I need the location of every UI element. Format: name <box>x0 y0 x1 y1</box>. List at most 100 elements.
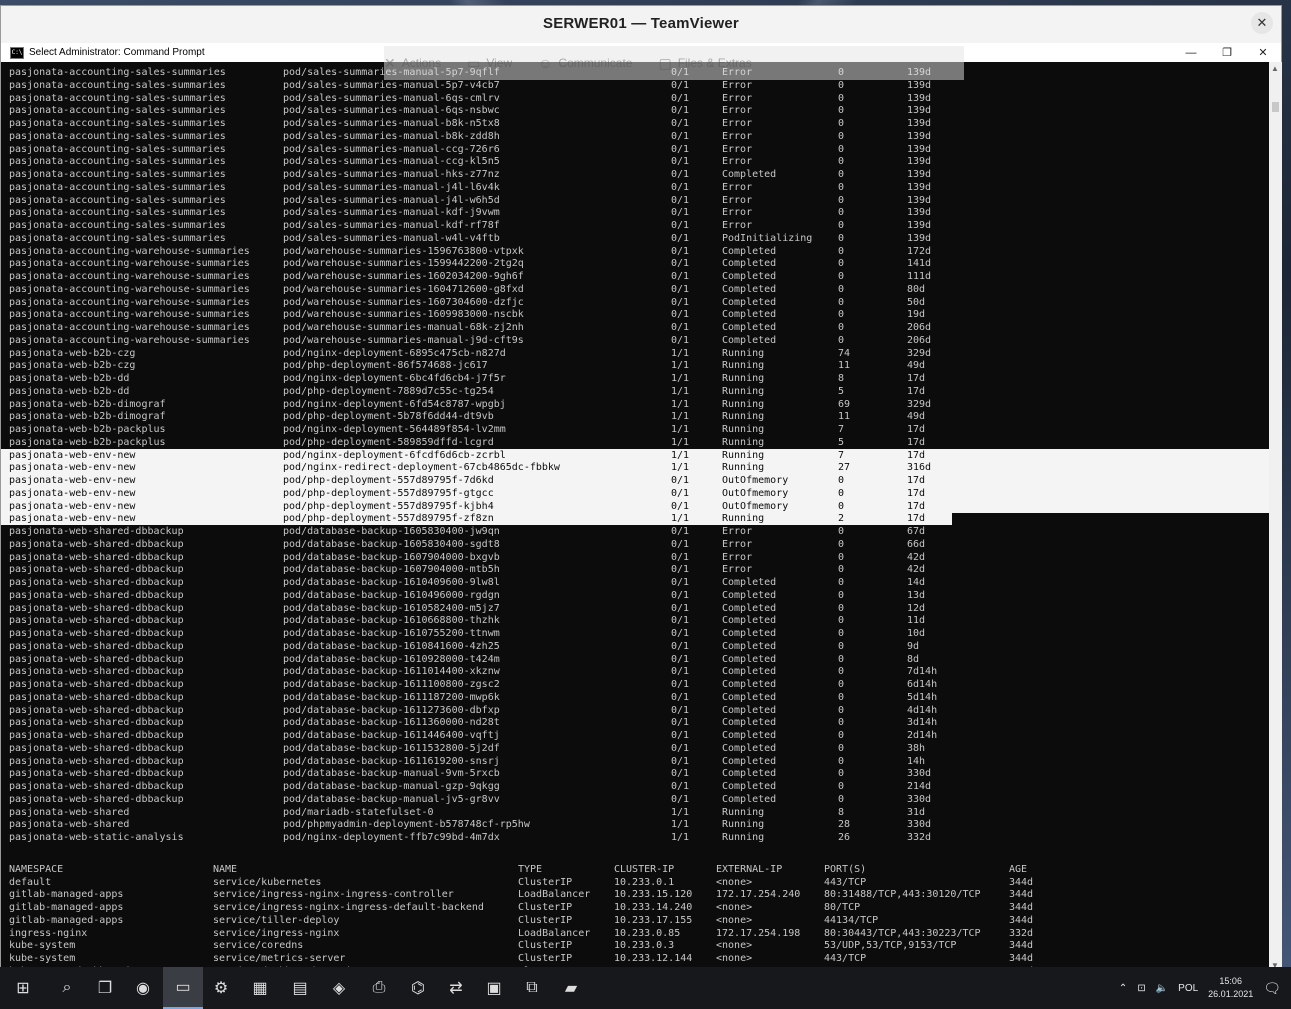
pod-age: 139d <box>907 194 932 206</box>
pod-name: pod/database-backup-1610496000-rgdgn <box>283 589 500 601</box>
pod-name: pod/database-backup-1611014400-xkznw <box>283 666 500 678</box>
pod-ready: 0/1 <box>671 118 690 129</box>
pod-namespace: pasjonata-web-shared-dbbackup <box>9 768 184 780</box>
pod-row: pasjonata-web-shared-dbbackup pod/databas… <box>1 525 1269 538</box>
pod-namespace: pasjonata-web-shared-dbbackup <box>9 755 184 767</box>
pod-status: Running <box>722 385 765 397</box>
pod-age: 17d <box>907 373 926 384</box>
remote-desktop-icon[interactable]: ▣ <box>481 975 507 1001</box>
pod-status: Completed <box>722 271 777 282</box>
settings-gear-icon[interactable]: ⚙ <box>208 975 234 1001</box>
pod-row: pasjonata-accounting-sales-summaries pod/… <box>1 104 1269 117</box>
pod-ready: 0/1 <box>671 615 690 627</box>
pod-status: Running <box>722 411 765 423</box>
notification-icon[interactable]: 🗨 <box>1263 980 1281 997</box>
network-icon[interactable]: ⊡ <box>1137 983 1145 994</box>
cmd-close-button[interactable]: ✕ <box>1245 43 1281 62</box>
pod-name: pod/warehouse-summaries-1599442200-2tg2q <box>283 258 524 270</box>
pod-row: pasjonata-accounting-warehouse-summaries… <box>1 296 1269 309</box>
pod-namespace: pasjonata-accounting-sales-summaries <box>9 67 226 78</box>
service-row-cell: service/metrics-server <box>213 953 346 964</box>
pod-ready: 0/1 <box>671 156 690 168</box>
network-tool-icon[interactable]: ⌬ <box>405 975 431 1001</box>
pod-row: pasjonata-web-env-new pod/php-deployment-… <box>1 499 1269 513</box>
start-icon[interactable]: ⊞ <box>10 975 36 1001</box>
command-prompt-icon[interactable]: ▭ <box>163 967 203 1009</box>
language-indicator[interactable]: POL <box>1178 983 1198 994</box>
close-icon: ✕ <box>1256 15 1268 30</box>
pod-restarts: 0 <box>838 258 845 270</box>
pod-status: Completed <box>722 628 777 639</box>
tray-chevron-icon[interactable]: ⌃ <box>1119 983 1127 994</box>
minimize-button[interactable]: — <box>1173 43 1209 62</box>
service-row: gitlab-managed-apps service/tiller-deploy… <box>1 914 1269 927</box>
pod-name: pod/php-deployment-557d89795f-7d6kd <box>283 475 494 486</box>
pdf-reader-icon[interactable]: ⎙ <box>366 975 392 1001</box>
pod-row: pasjonata-web-b2b-dimograf pod/php-deploy… <box>1 410 1269 423</box>
file-explorer-icon[interactable]: ▰ <box>558 975 584 1001</box>
close-session-button[interactable]: ✕ <box>1251 12 1273 34</box>
pod-status: Completed <box>722 602 777 614</box>
pod-age: 49d <box>907 411 926 423</box>
pod-restarts: 0 <box>838 271 845 282</box>
service-row-cell: 443/TCP <box>824 876 867 888</box>
toolbar-actions[interactable]: ✕ Actions <box>384 55 441 72</box>
pod-status: Running <box>722 373 765 384</box>
pod-restarts: 0 <box>838 551 845 563</box>
pod-age: 111d <box>907 271 932 282</box>
pod-restarts: 0 <box>838 79 845 91</box>
services-header-cell: CLUSTER-IP <box>614 863 675 875</box>
pod-age: 5d14h <box>907 691 938 703</box>
pod-ready: 1/1 <box>671 398 690 410</box>
pod-restarts: 0 <box>838 564 845 576</box>
pod-restarts: 0 <box>838 334 845 346</box>
pod-restarts: 0 <box>838 679 845 690</box>
pod-ready: 0/1 <box>671 334 690 346</box>
services-header-cell: EXTERNAL-IP <box>716 863 783 875</box>
clock-date: 26.01.2021 <box>1208 989 1254 999</box>
pod-name: pod/database-backup-manual-gzp-9qkgg <box>283 781 500 792</box>
service-row-cell: ClusterIP <box>518 914 573 926</box>
firefox-icon[interactable]: ◉ <box>130 975 156 1001</box>
services-header-cell: AGE <box>1009 863 1028 875</box>
pod-row: pasjonata-web-shared-dbbackup pod/databas… <box>1 589 1269 602</box>
maximize-button[interactable]: ❐ <box>1209 43 1245 62</box>
pod-restarts: 0 <box>838 526 845 537</box>
scroll-up-icon[interactable]: ▲ <box>1271 64 1279 73</box>
search-icon[interactable]: ⌕ <box>54 975 80 1001</box>
pod-name: pod/sales-summaries-manual-ccg-kl5n5 <box>283 156 500 168</box>
toolbar-files-extras[interactable]: ▢ Files & Extras <box>658 55 751 72</box>
service-row-cell: service/ingress-nginx-ingress-default-ba… <box>213 902 484 913</box>
pod-status: Running <box>722 832 765 843</box>
pod-status: Completed <box>722 793 777 805</box>
pod-age: 17d <box>907 500 926 512</box>
pod-row: pasjonata-web-shared-dbbackup pod/databas… <box>1 691 1269 704</box>
network-connection-icon[interactable]: ⧉ <box>519 975 545 1001</box>
pod-status: Running <box>722 462 765 474</box>
scroll-thumb[interactable] <box>1272 102 1279 112</box>
pod-status: Error <box>722 207 753 219</box>
toolbox-icon[interactable]: ◈ <box>326 975 352 1001</box>
teamviewer-titlebar[interactable]: SERWER01 — TeamViewer ✕ <box>1 6 1281 40</box>
volume-icon[interactable]: 🔈 <box>1156 983 1168 994</box>
pod-row: pasjonata-accounting-sales-summaries pod/… <box>1 232 1269 245</box>
terminal-output[interactable]: pasjonata-accounting-sales-summaries pod/… <box>1 62 1269 972</box>
pod-namespace: pasjonata-web-shared-dbbackup <box>9 564 184 576</box>
toolbar-communicate[interactable]: ☺ Communicate <box>538 55 632 71</box>
pod-status: Completed <box>722 742 777 754</box>
pod-status: Error <box>722 551 753 563</box>
server-manager-icon[interactable]: ▦ <box>247 975 273 1001</box>
pod-ready: 0/1 <box>671 653 690 665</box>
pod-row: pasjonata-web-shared-dbbackup pod/databas… <box>1 576 1269 589</box>
archive-icon[interactable]: ▤ <box>287 975 313 1001</box>
clock[interactable]: 15:06 26.01.2021 <box>1208 975 1253 1001</box>
task-view-icon[interactable]: ❐ <box>92 975 118 1001</box>
teamviewer-icon[interactable]: ⇄ <box>443 975 469 1001</box>
pod-ready: 1/1 <box>671 449 690 461</box>
pod-row: pasjonata-web-b2b-dimograf pod/nginx-depl… <box>1 398 1269 411</box>
pod-restarts: 7 <box>838 424 845 435</box>
pod-age: 4d14h <box>907 704 938 716</box>
toolbar-view[interactable]: ▭ View <box>467 55 512 72</box>
terminal-scrollbar[interactable]: ▲ ▼ <box>1269 62 1282 972</box>
pod-status: Completed <box>722 666 777 678</box>
